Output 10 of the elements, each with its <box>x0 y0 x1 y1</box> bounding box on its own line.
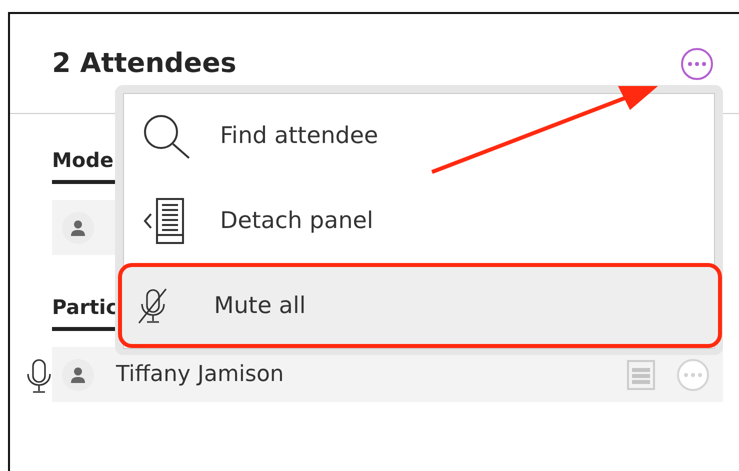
detach-panel-icon <box>142 197 186 245</box>
panel-title: 2 Attendees <box>52 48 236 79</box>
menu-item[interactable]: Mute all <box>118 263 722 348</box>
menu-item[interactable]: Find attendee <box>124 94 714 179</box>
menu-item[interactable]: Detach panel <box>124 178 714 264</box>
list-icon <box>627 360 655 390</box>
more-options-button[interactable] <box>681 48 713 80</box>
person-icon <box>71 366 85 382</box>
person-icon <box>71 220 85 236</box>
attendee-name: Tiffany Jamison <box>116 362 285 387</box>
